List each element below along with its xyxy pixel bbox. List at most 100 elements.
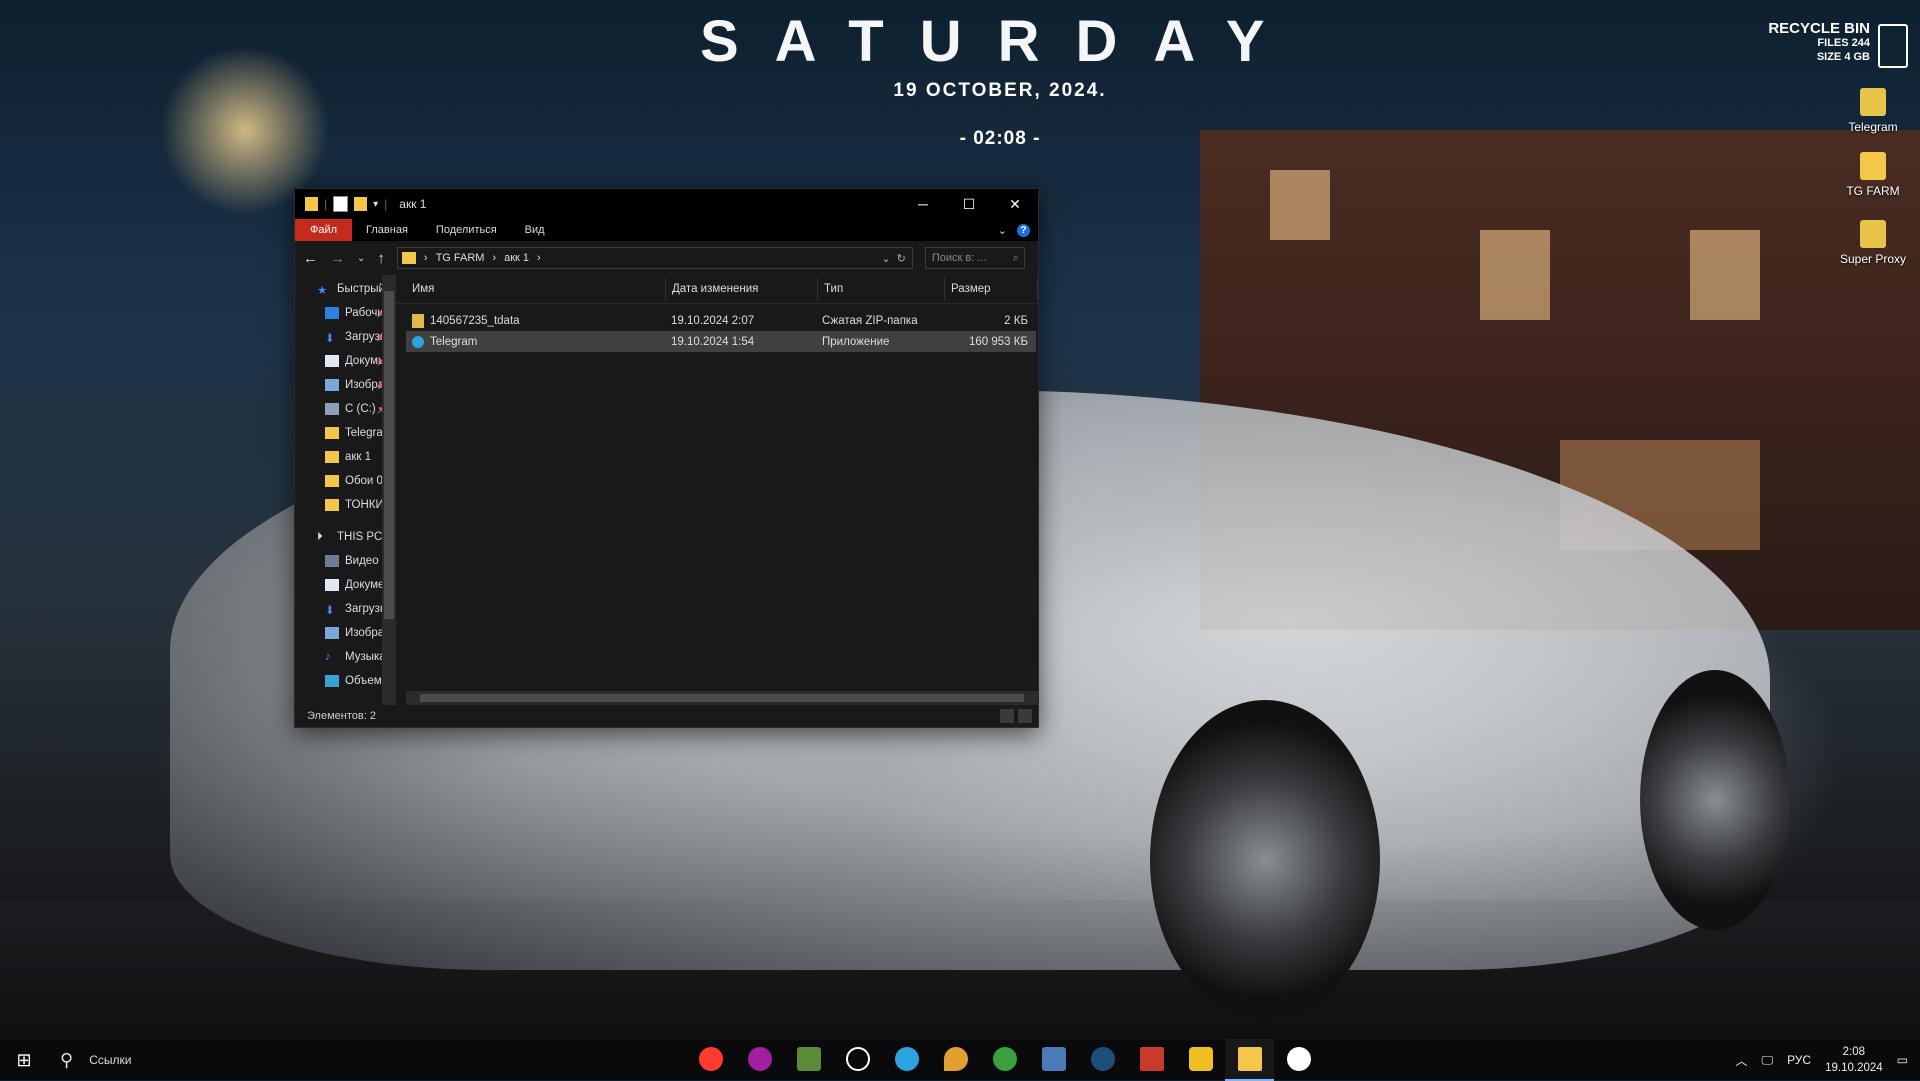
recycle-bin-title: RECYCLE BIN — [1768, 20, 1870, 37]
clock-day: SATURDAY — [700, 9, 1301, 74]
notifications-icon[interactable]: ▭ — [1897, 1053, 1908, 1067]
maximize-button[interactable]: ☐ — [946, 189, 992, 219]
calculator-icon[interactable] — [1029, 1039, 1078, 1079]
tab-view[interactable]: Вид — [511, 224, 559, 236]
column-type[interactable]: Тип — [818, 278, 945, 300]
column-date[interactable]: Дата изменения — [666, 278, 818, 300]
quick-access-toolbar: | ▾ | — [305, 196, 387, 212]
nav-this-pc[interactable]: ⏵ THIS PC — [295, 525, 396, 549]
taskbar: ⊞ ⚲ Ссылки ︿ 🖵 РУС 2:08 19.10.2024 ▭ — [0, 1039, 1920, 1081]
file-row-selected[interactable]: Telegram 19.10.2024 1:54 Приложение 160 … — [406, 331, 1036, 352]
nav-item-desktop[interactable]: Рабочи📌 — [295, 301, 396, 325]
nav-item-pc-documents[interactable]: Документ — [295, 573, 396, 597]
breadcrumb-akk1[interactable]: акк 1 — [504, 252, 529, 264]
close-button[interactable]: ✕ — [992, 189, 1038, 219]
xbox-icon[interactable] — [980, 1039, 1029, 1079]
yandex-browser-icon[interactable] — [686, 1039, 735, 1079]
nav-quick-access[interactable]: ★ Быстрый до — [295, 277, 396, 301]
desktop-icon-telegram[interactable]: Telegram — [1828, 88, 1918, 134]
tray-chevron-up-icon[interactable]: ︿ — [1735, 1052, 1747, 1069]
steam-icon[interactable] — [1078, 1039, 1127, 1079]
yellow-app-icon[interactable] — [1176, 1039, 1225, 1079]
refresh-icon[interactable]: ⌄ ↻ — [881, 252, 906, 265]
nav-item-music[interactable]: ♪ Музыка — [295, 645, 396, 669]
back-arrow-icon[interactable]: ← — [303, 250, 318, 267]
help-icon[interactable]: ? — [1017, 223, 1030, 237]
nav-item-3d-objects[interactable]: Объемны — [295, 669, 396, 693]
file-list[interactable]: Имя Дата изменения Тип Размер 140567235_… — [396, 275, 1038, 705]
recycle-bin-files: FILES 244 — [1817, 37, 1870, 49]
taskbar-clock[interactable]: 2:08 19.10.2024 — [1825, 1044, 1883, 1076]
music-app-icon[interactable] — [735, 1039, 784, 1079]
taskbar-search[interactable]: ⚲ Ссылки — [48, 1050, 280, 1071]
telegram-icon — [412, 335, 424, 348]
desktop-icon — [325, 307, 339, 319]
folder-icon — [305, 197, 318, 211]
network-icon[interactable]: 🖵 — [1761, 1053, 1773, 1068]
search-input[interactable]: Поиск в: ... ⌕ — [924, 247, 1025, 269]
nav-item-downloads[interactable]: ⬇Загрузь📌 — [295, 325, 396, 349]
column-size[interactable]: Размер — [945, 278, 1038, 300]
properties-icon[interactable] — [333, 196, 349, 212]
nav-item-documents[interactable]: Докумь📌 — [295, 349, 396, 373]
file-row[interactable]: 140567235_tdata 19.10.2024 2:07 Сжатая Z… — [406, 310, 1036, 331]
tiles-view-button[interactable] — [1018, 709, 1032, 723]
navigation-bar: ← → ⌄ ↑ › TG FARM › акк 1 › ⌄ ↻ Поиск в:… — [295, 241, 1038, 275]
nav-item-akk1[interactable]: акк 1 — [295, 445, 396, 469]
nav-item-pc-downloads[interactable]: ⬇ Загрузки — [295, 597, 396, 621]
file-explorer-taskbar-icon[interactable] — [1225, 1039, 1274, 1081]
address-bar[interactable]: › TG FARM › акк 1 › ⌄ ↻ — [396, 247, 913, 269]
telegram-icon[interactable] — [882, 1039, 931, 1079]
tab-file[interactable]: Файл — [295, 219, 353, 241]
title-bar[interactable]: | ▾ | акк 1 ─ ☐ ✕ — [295, 189, 1038, 219]
download-icon: ⬇ — [325, 333, 335, 345]
breadcrumb-tg-farm[interactable]: TG FARM — [436, 252, 485, 264]
horizontal-scrollbar[interactable] — [406, 691, 1038, 705]
tab-share[interactable]: Поделиться — [422, 224, 511, 236]
file-explorer-window[interactable]: | ▾ | акк 1 ─ ☐ ✕ Файл Главная Поделитьс… — [294, 188, 1039, 728]
forward-arrow-icon[interactable]: → — [330, 250, 345, 267]
taskbar-apps — [686, 1039, 1323, 1081]
minecraft-icon[interactable] — [784, 1039, 833, 1079]
flag-app-icon[interactable] — [1127, 1039, 1176, 1079]
picture-icon — [325, 379, 339, 391]
navigation-pane[interactable]: ★Быстрый до Рабочи📌 ⬇Загрузь📌 Докумь📌 Из… — [295, 275, 396, 705]
zip-folder-icon — [412, 313, 424, 328]
minimize-button[interactable]: ─ — [900, 189, 946, 219]
media-player-icon[interactable] — [833, 1039, 882, 1079]
nav-item-drive-c[interactable]: C (C:)📌 — [295, 397, 396, 421]
yandex-icon[interactable] — [1274, 1039, 1323, 1079]
cube-icon — [325, 675, 339, 687]
recycle-bin-icon[interactable] — [1878, 24, 1908, 68]
expand-ribbon-icon[interactable]: ⌄ — [998, 224, 1007, 237]
video-icon — [325, 555, 339, 567]
folder-icon — [325, 499, 339, 511]
drop-icon[interactable] — [931, 1039, 980, 1079]
nav-scrollbar[interactable] — [382, 275, 396, 705]
language-indicator[interactable]: РУС — [1787, 1053, 1811, 1067]
windows-start-icon[interactable]: ⊞ — [0, 1040, 48, 1080]
desktop-icon-label: Super Proxy — [1839, 252, 1907, 266]
nav-item-pc-pictures[interactable]: Изображе — [295, 621, 396, 645]
nav-item-wallpapers[interactable]: Обои 0_0 — [295, 469, 396, 493]
new-folder-icon[interactable] — [354, 197, 368, 211]
nav-item-telegram-desktop[interactable]: Telegram D — [295, 421, 396, 445]
nav-item-pictures[interactable]: Изобра📌 — [295, 373, 396, 397]
item-count: Элементов: 2 — [307, 710, 376, 722]
window-title: акк 1 — [399, 197, 427, 211]
desktop-icon-tg-farm[interactable]: TG FARM — [1828, 152, 1918, 198]
picture-icon — [325, 627, 339, 639]
up-arrow-icon[interactable]: ↑ — [377, 250, 385, 267]
column-name[interactable]: Имя — [406, 278, 666, 300]
search-icon: ⌕ — [1012, 251, 1019, 264]
chevron-down-icon[interactable]: ▾ — [373, 199, 378, 210]
nav-item-videos[interactable]: Видео — [295, 549, 396, 573]
nav-item-tonkipe[interactable]: ТОНКИПЕ — [295, 493, 396, 517]
recent-locations-icon[interactable]: ⌄ — [357, 253, 365, 264]
system-tray: ︿ 🖵 РУС 2:08 19.10.2024 ▭ — [1735, 1040, 1920, 1080]
folder-icon — [401, 252, 416, 264]
desktop-icon-super-proxy[interactable]: Super Proxy — [1828, 220, 1918, 266]
recycle-bin-widget[interactable]: RECYCLE BIN FILES 244 SIZE 4 GB — [1768, 20, 1870, 64]
tab-home[interactable]: Главная — [352, 224, 422, 236]
details-view-button[interactable] — [1000, 709, 1014, 723]
